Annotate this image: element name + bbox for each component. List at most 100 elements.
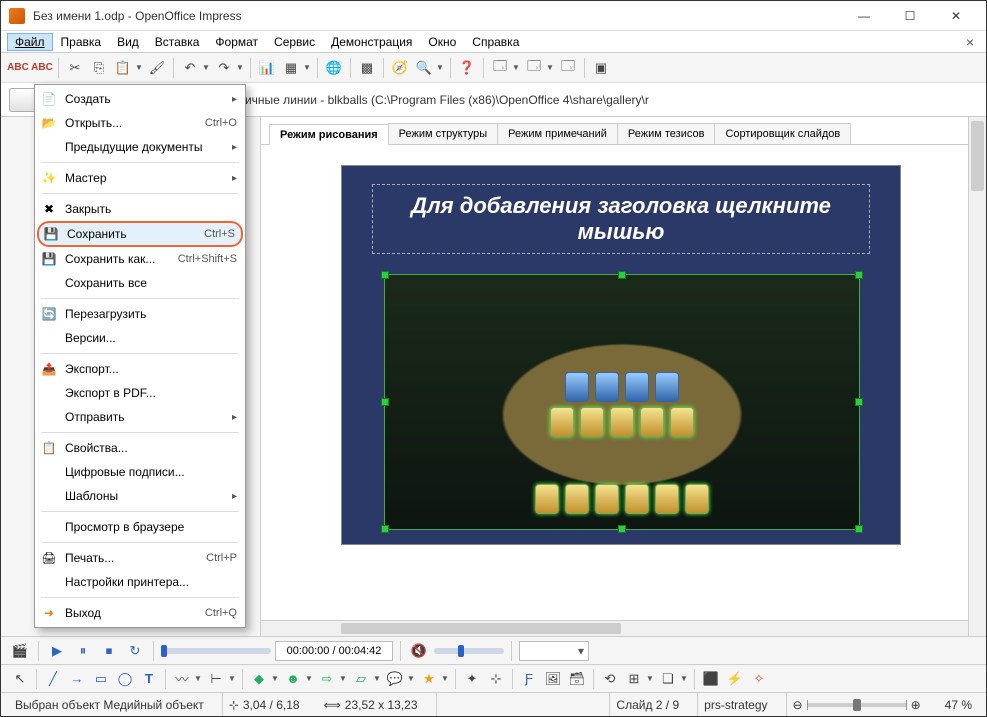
resize-handle[interactable] xyxy=(855,398,863,406)
menu-insert[interactable]: Вставка xyxy=(147,33,208,51)
menu-edit[interactable]: Правка xyxy=(53,33,110,51)
tab-notes[interactable]: Режим примечаний xyxy=(497,123,618,144)
table-icon[interactable]: ▦ xyxy=(280,57,302,79)
arrange-icon[interactable]: ❏ xyxy=(657,668,679,690)
paste-icon[interactable]: 📋 xyxy=(112,57,134,79)
line-tool-icon[interactable]: ╱ xyxy=(42,668,64,690)
media-loop-icon[interactable]: ↻ xyxy=(124,640,146,662)
help-icon[interactable]: ❓ xyxy=(456,57,478,79)
present-icon[interactable]: ▣ xyxy=(590,57,612,79)
block-arrows-icon[interactable]: ⇨ xyxy=(316,668,338,690)
menu-help[interactable]: Справка xyxy=(464,33,527,51)
resize-handle[interactable] xyxy=(381,398,389,406)
media-zoom-combo[interactable] xyxy=(519,641,589,661)
abc-spellcheck-icon[interactable]: ABC xyxy=(7,57,29,79)
resize-handle[interactable] xyxy=(618,271,626,279)
extrusion-icon[interactable]: ⬛ xyxy=(700,668,722,690)
menu-save[interactable]: 💾 Сохранить Ctrl+S xyxy=(37,221,243,247)
align-icon[interactable]: ⊞ xyxy=(623,668,645,690)
document-close-icon[interactable]: × xyxy=(960,34,980,50)
symbol-shapes-icon[interactable]: ☻ xyxy=(282,668,304,690)
scrollbar-vertical[interactable] xyxy=(968,117,986,636)
tab-handout[interactable]: Режим тезисов xyxy=(617,123,716,144)
glue-points-icon[interactable]: ⊹ xyxy=(485,668,507,690)
menu-saveall[interactable]: Сохранить все xyxy=(35,271,245,295)
menu-file[interactable]: Файл xyxy=(7,33,53,51)
arrow-tool-icon[interactable]: → xyxy=(66,668,88,690)
menu-window[interactable]: Окно xyxy=(420,33,464,51)
rotate-icon[interactable]: ⟲ xyxy=(599,668,621,690)
curve-tool-icon[interactable]: 〰 xyxy=(171,668,193,690)
menu-open[interactable]: 📂 Открыть... Ctrl+O xyxy=(35,111,245,135)
points-edit-icon[interactable]: ✦ xyxy=(461,668,483,690)
minimize-button[interactable]: — xyxy=(842,2,886,30)
zoom-in-icon[interactable]: ⊕ xyxy=(911,698,921,712)
gallery-icon[interactable]: 🗃 xyxy=(566,668,588,690)
select-tool-icon[interactable]: ↖ xyxy=(9,668,31,690)
flowchart-icon[interactable]: ▱ xyxy=(350,668,372,690)
scrollbar-horizontal[interactable] xyxy=(261,620,968,636)
slide-canvas[interactable]: Для добавления заголовка щелкните мышью xyxy=(261,145,968,620)
zoom-slider[interactable] xyxy=(807,703,907,707)
media-seek-slider[interactable] xyxy=(161,648,271,654)
tab-outline[interactable]: Режим структуры xyxy=(388,123,499,144)
zoom-icon[interactable]: 🔍 xyxy=(413,57,435,79)
connector-tool-icon[interactable]: ⊢ xyxy=(205,668,227,690)
media-mute-icon[interactable]: 🔇 xyxy=(408,640,430,662)
menu-format[interactable]: Формат xyxy=(207,33,266,51)
resize-handle[interactable] xyxy=(381,525,389,533)
stars-icon[interactable]: ★ xyxy=(418,668,440,690)
text-tool-icon[interactable]: T xyxy=(138,668,160,690)
animation-icon[interactable]: ✧ xyxy=(748,668,770,690)
menu-create[interactable]: 📄 Создать▸ xyxy=(35,87,245,111)
slide-design-icon[interactable]: 🗔 xyxy=(523,57,545,79)
maximize-button[interactable]: ☐ xyxy=(888,2,932,30)
media-insert-icon[interactable]: 🎬 xyxy=(9,640,31,662)
menu-export[interactable]: 📤 Экспорт... xyxy=(35,357,245,381)
slide-master-icon[interactable]: 🗔 xyxy=(557,57,579,79)
ellipse-tool-icon[interactable]: ◯ xyxy=(114,668,136,690)
menu-browserpreview[interactable]: Просмотр в браузере xyxy=(35,515,245,539)
menu-templates[interactable]: Шаблоны▸ xyxy=(35,484,245,508)
redo-icon[interactable]: ↷ xyxy=(213,57,235,79)
undo-icon[interactable]: ↶ xyxy=(179,57,201,79)
menu-slideshow[interactable]: Демонстрация xyxy=(323,33,420,51)
abc-auto-icon[interactable]: ABC xyxy=(31,57,53,79)
tab-sorter[interactable]: Сортировщик слайдов xyxy=(714,123,851,144)
menu-properties[interactable]: 📋 Свойства... xyxy=(35,436,245,460)
menu-view[interactable]: Вид xyxy=(109,33,147,51)
format-paintbrush-icon[interactable]: 🖌 xyxy=(146,57,168,79)
copy-icon[interactable]: ⎘ xyxy=(88,57,110,79)
menu-exit[interactable]: ➜ Выход Ctrl+Q xyxy=(35,601,245,625)
slide[interactable]: Для добавления заголовка щелкните мышью xyxy=(341,165,901,545)
menu-wizard[interactable]: ✨ Мастер▸ xyxy=(35,166,245,190)
interaction-icon[interactable]: ⚡ xyxy=(724,668,746,690)
navigator-icon[interactable]: 🧭 xyxy=(389,57,411,79)
menu-versions[interactable]: Версии... xyxy=(35,326,245,350)
hyperlink-icon[interactable]: 🌐 xyxy=(323,57,345,79)
resize-handle[interactable] xyxy=(618,525,626,533)
resize-handle[interactable] xyxy=(855,271,863,279)
menu-tools[interactable]: Сервис xyxy=(266,33,323,51)
basic-shapes-icon[interactable]: ◆ xyxy=(248,668,270,690)
menu-recent[interactable]: Предыдущие документы▸ xyxy=(35,135,245,159)
fontwork-icon[interactable]: Ƒ xyxy=(518,668,540,690)
menu-saveas[interactable]: 💾 Сохранить как... Ctrl+Shift+S xyxy=(35,247,245,271)
menu-send[interactable]: Отправить▸ xyxy=(35,405,245,429)
menu-reload[interactable]: 🔄 Перезагрузить xyxy=(35,302,245,326)
media-object[interactable] xyxy=(384,274,860,530)
media-stop-icon[interactable]: ⏹ xyxy=(98,640,120,662)
media-volume-slider[interactable] xyxy=(434,648,504,654)
menu-close[interactable]: ✖ Закрыть xyxy=(35,197,245,221)
cut-icon[interactable]: ✂ xyxy=(64,57,86,79)
zoom-out-icon[interactable]: ⊖ xyxy=(793,698,803,712)
tab-drawing[interactable]: Режим рисования xyxy=(269,124,389,145)
menu-digisign[interactable]: Цифровые подписи... xyxy=(35,460,245,484)
rect-tool-icon[interactable]: ▭ xyxy=(90,668,112,690)
grid-icon[interactable]: ▩ xyxy=(356,57,378,79)
menu-exportpdf[interactable]: Экспорт в PDF... xyxy=(35,381,245,405)
callout-icon[interactable]: 💬 xyxy=(384,668,406,690)
menu-printersettings[interactable]: Настройки принтера... xyxy=(35,570,245,594)
slide-title-placeholder[interactable]: Для добавления заголовка щелкните мышью xyxy=(372,184,870,254)
media-play-icon[interactable]: ▶ xyxy=(46,640,68,662)
